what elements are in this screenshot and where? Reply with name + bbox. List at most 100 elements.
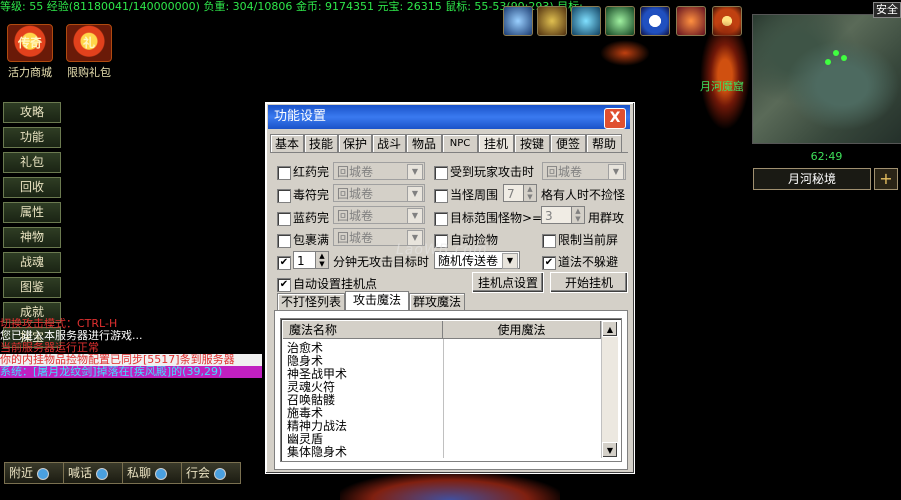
surround-suffix: 格有人时不捡怪 (541, 188, 626, 202)
spell-list[interactable]: 魔法名称 使用魔法 治愈术 隐身术 神圣战甲术 灵魂火符 召唤骷髅 施毒术 精神… (280, 318, 622, 462)
dialog-title-bar[interactable]: 功能设置 X (268, 105, 630, 129)
target-range-spinner[interactable]: 3 ▲ ▼ (541, 206, 585, 224)
red-potion-select[interactable]: 回城卷 ▼ (333, 162, 425, 180)
chat-private-button[interactable]: 私聊 (122, 462, 182, 484)
tab-battle[interactable]: 战斗 (372, 134, 406, 153)
figure-skill-icon[interactable] (605, 6, 635, 36)
safe-zone-badge: 安全 (873, 2, 901, 18)
legend-shop-icon: 传奇 (7, 24, 53, 62)
target-range-label: 目标范围怪物>= (450, 211, 543, 225)
tab-npc[interactable]: NPC (442, 134, 478, 153)
blue-potion-select[interactable]: 回城卷 ▼ (333, 206, 425, 224)
taiji-skill-icon[interactable] (640, 6, 670, 36)
menu-warsoul-button[interactable]: 战魂 (3, 252, 61, 273)
spell-row[interactable]: 集体隐身术 (287, 446, 347, 459)
limited-gift-button[interactable]: 礼 限购礼包 (62, 24, 116, 80)
menu-codex-button[interactable]: 图鉴 (3, 277, 61, 298)
poison-charm-label: 毒符完 (293, 188, 330, 202)
poison-charm-select-value: 回城卷 (337, 187, 374, 201)
chat-nearby-button[interactable]: 附近 (4, 462, 64, 484)
tab-protect[interactable]: 保护 (338, 134, 372, 153)
idle-minutes-spinner[interactable]: 1 ▲ ▼ (293, 251, 329, 269)
tab-notes[interactable]: 便签 (550, 134, 586, 153)
radio-dot-icon (214, 467, 227, 480)
surround-label: 当怪周围 (450, 188, 499, 202)
spin-arrows-icon: ▲ ▼ (315, 252, 328, 268)
attacked-select[interactable]: 回城卷 ▼ (542, 162, 626, 180)
menu-attribute-button[interactable]: 属性 (3, 202, 61, 223)
bag-full-checkbox[interactable] (277, 234, 291, 248)
tab-divider (270, 152, 628, 153)
poison-charm-select[interactable]: 回城卷 ▼ (333, 184, 425, 202)
vitality-shop-label: 活力商城 (8, 66, 52, 79)
vitality-shop-button[interactable]: 传奇 活力商城 (3, 24, 57, 80)
blue-potion-checkbox[interactable] (277, 212, 291, 226)
private-label: 私聊 (127, 466, 152, 480)
radio-dot-icon (37, 467, 50, 480)
column-header-spell[interactable]: 魔法名称 (283, 321, 443, 339)
status-bar: 等级: 55 经验(81180041/140000000) 负重: 304/10… (0, 0, 583, 13)
dialog-title: 功能设置 (274, 109, 327, 124)
tab-help[interactable]: 帮助 (586, 134, 622, 153)
chat-line: 您已进入本服务器进行游戏... (0, 330, 143, 342)
start-autohunt-button[interactable]: 开始挂机 (550, 272, 628, 293)
no-dodge-checkbox[interactable]: ✔ (542, 256, 556, 270)
tab-hotkey[interactable]: 按键 (514, 134, 550, 153)
chevron-down-icon: ▼ (407, 164, 423, 180)
flame-decoration (600, 40, 650, 66)
sword-skill-icon[interactable] (503, 6, 533, 36)
gift-pack-icon: 礼 (66, 24, 112, 62)
set-point-button[interactable]: 挂机点设置 (472, 272, 544, 293)
column-header-use[interactable]: 使用魔法 (443, 321, 601, 339)
tab-basic[interactable]: 基本 (270, 134, 304, 153)
tab-aoe-magic[interactable]: 群攻魔法 (409, 293, 465, 311)
expand-map-button[interactable]: + (874, 168, 898, 190)
tab-skill[interactable]: 技能 (304, 134, 338, 153)
attacked-checkbox[interactable] (434, 166, 448, 180)
minimap[interactable] (752, 14, 901, 144)
poison-charm-checkbox[interactable] (277, 189, 291, 203)
tab-items[interactable]: 物品 (406, 134, 442, 153)
idle-minutes-value: 1 (297, 254, 305, 268)
menu-function-button[interactable]: 功能 (3, 127, 61, 148)
tab-autohunt[interactable]: 挂机 (478, 134, 514, 153)
tab-no-attack-list[interactable]: 不打怪列表 (277, 293, 345, 311)
blue-potion-select-value: 回城卷 (337, 209, 374, 223)
target-range-value: 3 (545, 209, 553, 223)
surround-checkbox[interactable] (434, 189, 448, 203)
target-range-checkbox[interactable] (434, 212, 448, 226)
red-potion-checkbox[interactable] (277, 166, 291, 180)
spin-arrows-icon: ▲ ▼ (523, 185, 536, 201)
shield-skill-icon[interactable] (537, 6, 567, 36)
shout-label: 喊话 (68, 466, 93, 480)
attacked-label: 受到玩家攻击时 (450, 165, 535, 179)
bag-full-label: 包裹满 (293, 233, 330, 247)
chat-line: 你的内挂物品捡物配置已同步[5517]条到服务器 (0, 354, 262, 366)
menu-artifact-button[interactable]: 神物 (3, 227, 61, 248)
chat-shout-button[interactable]: 喊话 (63, 462, 123, 484)
limited-gift-label: 限购礼包 (67, 66, 111, 79)
bag-full-select-value: 回城卷 (337, 231, 374, 245)
menu-guide-button[interactable]: 攻略 (3, 102, 61, 123)
idle-teleport-checkbox[interactable]: ✔ (277, 256, 291, 270)
close-button[interactable]: X (604, 108, 626, 129)
limit-screen-checkbox[interactable] (542, 234, 556, 248)
auto-point-label: 自动设置挂机点 (293, 277, 378, 291)
rune-skill-icon[interactable] (571, 6, 601, 36)
attacked-select-value: 回城卷 (546, 165, 583, 179)
fire-effect (700, 20, 750, 130)
guild-label: 行会 (186, 466, 211, 480)
nearby-label: 附近 (9, 466, 34, 480)
list-scrollbar[interactable]: ▲ ▼ (601, 321, 618, 458)
chat-guild-button[interactable]: 行会 (181, 462, 241, 484)
auto-point-checkbox[interactable]: ✔ (277, 278, 291, 292)
tab-attack-magic[interactable]: 攻击魔法 (345, 291, 409, 311)
menu-recycle-button[interactable]: 回收 (3, 177, 61, 198)
surround-spinner[interactable]: 7 ▲ ▼ (503, 184, 537, 202)
menu-gift-button[interactable]: 礼包 (3, 152, 61, 173)
radio-dot-icon (155, 467, 168, 480)
scroll-down-icon[interactable]: ▼ (602, 442, 618, 458)
no-dodge-label: 道法不躲避 (558, 255, 619, 269)
watermark: LaoWB.com (396, 242, 488, 258)
scroll-up-icon[interactable]: ▲ (602, 321, 618, 337)
